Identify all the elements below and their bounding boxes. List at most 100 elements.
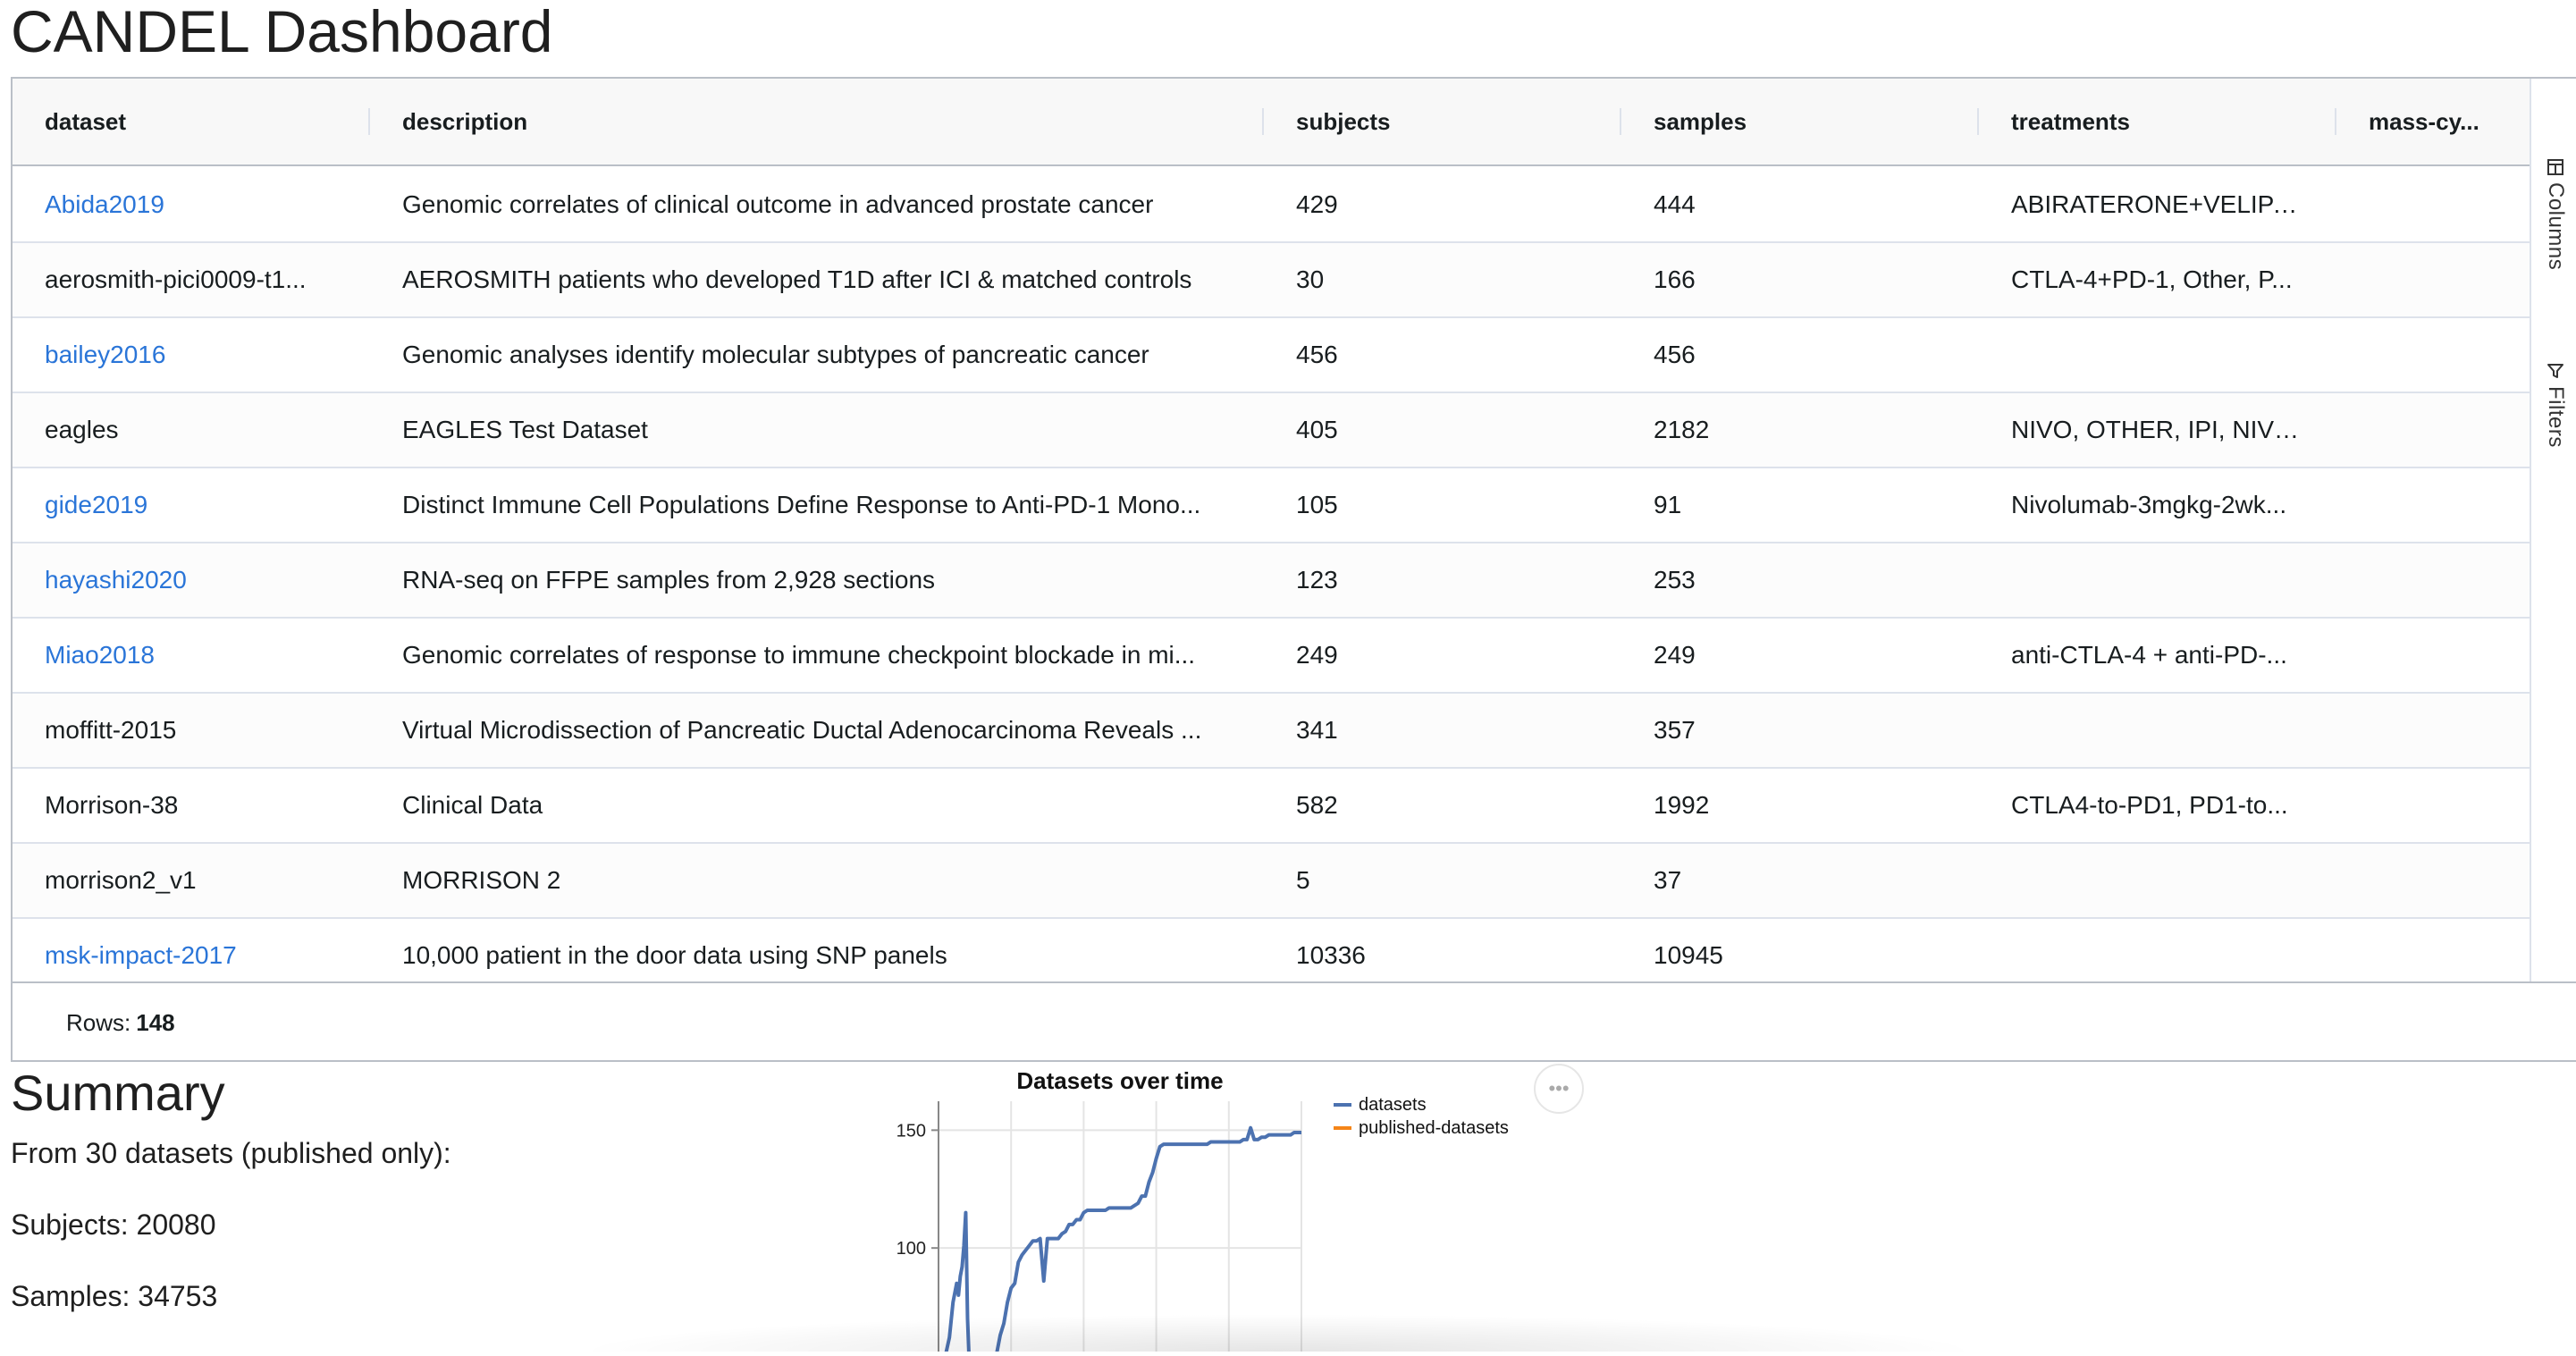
table-row[interactable]: Miao2018 Genomic correlates of response t… <box>13 619 2530 694</box>
cell-mass-cytometry[interactable] <box>2336 317 2530 392</box>
cell-mass-cytometry[interactable] <box>2336 768 2530 843</box>
cell-treatments[interactable]: CTLA4-to-PD1, PD1-to... <box>1979 768 2336 843</box>
dataset-link[interactable]: gide2019 <box>45 491 147 518</box>
cell-treatments[interactable] <box>1979 543 2336 618</box>
cell-samples[interactable]: 10945 <box>1621 918 1979 981</box>
cell-samples[interactable]: 166 <box>1621 242 1979 317</box>
cell-treatments[interactable] <box>1979 317 2336 392</box>
dataset-link[interactable]: msk-impact-2017 <box>45 941 237 969</box>
chart-actions-menu-button[interactable]: ••• <box>1534 1064 1584 1114</box>
cell-dataset[interactable]: Miao2018 <box>13 618 370 693</box>
table-row[interactable]: eagles EAGLES Test Dataset 405 2182 NIVO, OT… <box>13 393 2530 468</box>
chart-title: Datasets over time <box>1016 1067 1223 1094</box>
cell-samples[interactable]: 456 <box>1621 317 1979 392</box>
datasets-grid: dataset description subjects samples tre… <box>11 77 2576 1062</box>
table-row[interactable]: bailey2016 Genomic analyses identify mole… <box>13 318 2530 393</box>
cell-samples[interactable]: 249 <box>1621 618 1979 693</box>
cell-mass-cytometry[interactable] <box>2336 843 2530 918</box>
cell-treatments[interactable]: Nivolumab-3mgkg-2wk... <box>1979 467 2336 543</box>
cell-dataset[interactable]: eagles <box>13 392 370 467</box>
dataset-link[interactable]: Abida2019 <box>45 190 164 218</box>
cell-mass-cytometry[interactable] <box>2336 467 2530 543</box>
cell-description[interactable]: RNA-seq on FFPE samples from 2,928 secti… <box>370 543 1264 618</box>
chart-svg: Datasets over time50100150datasetspublis… <box>897 1067 1509 1356</box>
cell-description[interactable]: AEROSMITH patients who developed T1D aft… <box>370 242 1264 317</box>
cell-mass-cytometry[interactable] <box>2336 392 2530 467</box>
cell-samples[interactable]: 37 <box>1621 843 1979 918</box>
column-header-mass-cytometry[interactable]: mass-cy... <box>2336 79 2530 165</box>
cell-description[interactable]: Genomic correlates of clinical outcome i… <box>370 167 1264 242</box>
column-header-samples[interactable]: samples <box>1621 79 1979 165</box>
cell-description[interactable]: Clinical Data <box>370 768 1264 843</box>
cell-mass-cytometry[interactable] <box>2336 918 2530 981</box>
cell-dataset[interactable]: morrison2_v1 <box>13 843 370 918</box>
cell-dataset[interactable]: hayashi2020 <box>13 543 370 618</box>
cell-mass-cytometry[interactable] <box>2336 618 2530 693</box>
cell-treatments[interactable] <box>1979 693 2336 768</box>
cell-text: Clinical Data <box>402 791 543 819</box>
cell-treatments[interactable]: ABIRATERONE+VELIPA... <box>1979 167 2336 242</box>
cell-samples[interactable]: 1992 <box>1621 768 1979 843</box>
cell-mass-cytometry[interactable] <box>2336 543 2530 618</box>
cell-mass-cytometry[interactable] <box>2336 693 2530 768</box>
cell-description[interactable]: Distinct Immune Cell Populations Define … <box>370 467 1264 543</box>
dataset-link[interactable]: bailey2016 <box>45 341 165 368</box>
column-header-treatments[interactable]: treatments <box>1979 79 2336 165</box>
cell-treatments[interactable]: NIVO, OTHER, IPI, NIVO... <box>1979 392 2336 467</box>
cell-samples[interactable]: 253 <box>1621 543 1979 618</box>
cell-subjects[interactable]: 5 <box>1264 843 1621 918</box>
cell-samples[interactable]: 91 <box>1621 467 1979 543</box>
dataset-link[interactable]: Miao2018 <box>45 641 155 669</box>
cell-description[interactable]: 10,000 patient in the door data using SN… <box>370 918 1264 981</box>
cell-subjects[interactable]: 123 <box>1264 543 1621 618</box>
cell-subjects[interactable]: 105 <box>1264 467 1621 543</box>
column-header-description[interactable]: description <box>370 79 1264 165</box>
table-row[interactable]: morrison2_v1 MORRISON 2 5 37 <box>13 844 2530 919</box>
cell-subjects[interactable]: 456 <box>1264 317 1621 392</box>
cell-dataset[interactable]: moffitt-2015 <box>13 693 370 768</box>
filters-panel-button[interactable]: Filters <box>2535 361 2576 448</box>
cell-description[interactable]: Genomic correlates of response to immune… <box>370 618 1264 693</box>
cell-treatments[interactable]: anti-CTLA-4 + anti-PD-... <box>1979 618 2336 693</box>
cell-mass-cytometry[interactable] <box>2336 242 2530 317</box>
cell-dataset[interactable]: gide2019 <box>13 467 370 543</box>
cell-subjects[interactable]: 30 <box>1264 242 1621 317</box>
cell-treatments[interactable] <box>1979 843 2336 918</box>
table-row[interactable]: moffitt-2015 Virtual Microdissection of P… <box>13 694 2530 769</box>
cell-samples[interactable]: 2182 <box>1621 392 1979 467</box>
cell-text: 456 <box>1296 341 1338 368</box>
column-header-subjects[interactable]: subjects <box>1264 79 1621 165</box>
table-row[interactable]: hayashi2020 RNA-seq on FFPE samples from … <box>13 543 2530 619</box>
cell-subjects[interactable]: 429 <box>1264 167 1621 242</box>
cell-subjects[interactable]: 249 <box>1264 618 1621 693</box>
cell-mass-cytometry[interactable] <box>2336 167 2530 242</box>
chart-legend-label: datasets <box>1359 1095 1427 1115</box>
cell-treatments[interactable] <box>1979 918 2336 981</box>
cell-subjects[interactable]: 582 <box>1264 768 1621 843</box>
cell-dataset[interactable]: Abida2019 <box>13 167 370 242</box>
table-row[interactable]: Abida2019 Genomic correlates of clinical … <box>13 168 2530 243</box>
cell-dataset[interactable]: Morrison-38 <box>13 768 370 843</box>
cell-description[interactable]: MORRISON 2 <box>370 843 1264 918</box>
columns-panel-button[interactable]: Columns <box>2535 157 2576 270</box>
dataset-link[interactable]: hayashi2020 <box>45 566 187 594</box>
cell-treatments[interactable]: CTLA-4+PD-1, Other, P... <box>1979 242 2336 317</box>
cell-subjects[interactable]: 405 <box>1264 392 1621 467</box>
row-count-label: Rows: <box>66 1008 131 1036</box>
column-header-dataset[interactable]: dataset <box>13 79 370 165</box>
cell-dataset[interactable]: aerosmith-pici0009-t1... <box>13 242 370 317</box>
table-row[interactable]: gide2019 Distinct Immune Cell Populations… <box>13 468 2530 543</box>
cell-description[interactable]: Genomic analyses identify molecular subt… <box>370 317 1264 392</box>
cell-dataset[interactable]: bailey2016 <box>13 317 370 392</box>
cell-description[interactable]: EAGLES Test Dataset <box>370 392 1264 467</box>
cell-samples[interactable]: 444 <box>1621 167 1979 242</box>
cell-subjects[interactable]: 341 <box>1264 693 1621 768</box>
cell-samples[interactable]: 357 <box>1621 693 1979 768</box>
cell-subjects[interactable]: 10336 <box>1264 918 1621 981</box>
table-row[interactable]: msk-impact-2017 10,000 patient in the doo… <box>13 919 2530 981</box>
cell-dataset[interactable]: msk-impact-2017 <box>13 918 370 981</box>
table-row[interactable]: aerosmith-pici0009-t1... AEROSMITH patien… <box>13 243 2530 318</box>
table-row[interactable]: Morrison-38 Clinical Data 582 1992 CTLA4-to-… <box>13 769 2530 844</box>
chart-y-tick-label: 100 <box>897 1239 926 1259</box>
cell-description[interactable]: Virtual Microdissection of Pancreatic Du… <box>370 693 1264 768</box>
